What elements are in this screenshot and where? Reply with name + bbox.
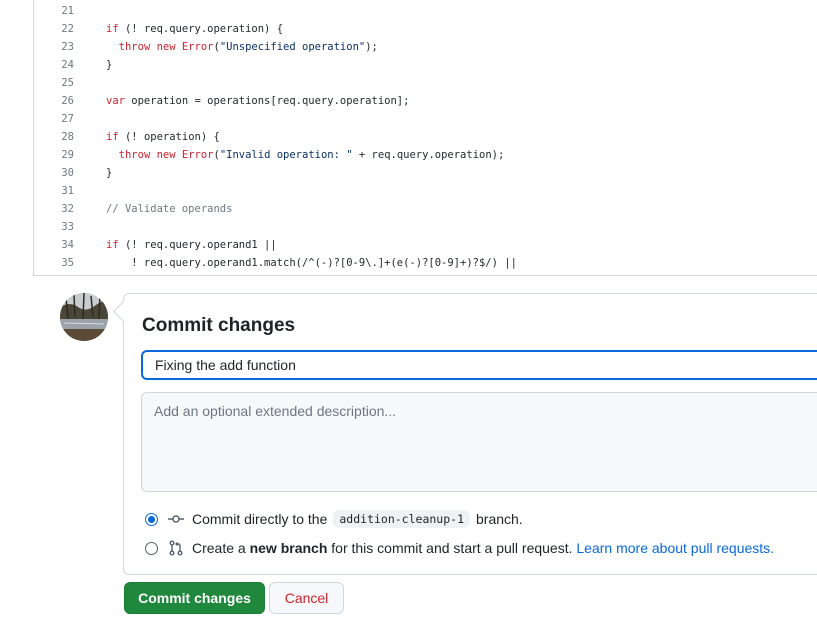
line-number: 29 (61, 149, 74, 161)
cancel-button[interactable]: Cancel (269, 582, 344, 614)
commit-title: Commit changes (142, 315, 296, 336)
line-number: 22 (61, 23, 74, 35)
code-line: 27 (34, 110, 817, 128)
line-number: 23 (61, 41, 74, 53)
git-commit-icon (168, 511, 184, 527)
line-number: 33 (61, 221, 74, 233)
git-pull-request-icon (168, 540, 184, 556)
code-line: 34 if (! req.query.operand1 || (34, 236, 817, 254)
code-text: // Validate operands (106, 203, 233, 215)
code-text: if (! req.query.operand1 || (106, 239, 277, 251)
code-line: 23 throw new Error("Unspecified operatio… (34, 38, 817, 56)
line-number: 30 (61, 167, 74, 179)
avatar-image (60, 293, 108, 341)
code-line: 25 (34, 74, 817, 92)
code-line: 24} (34, 56, 817, 74)
new-branch-bold: new branch (249, 540, 328, 556)
commit-description-textarea[interactable] (141, 392, 817, 492)
code-text: } (106, 167, 113, 179)
commit-new-branch-radio[interactable] (145, 541, 158, 555)
code-line: 26 var operation = operations[req.query.o… (34, 92, 817, 110)
commit-direct-prefix: Commit directly to the (192, 511, 328, 527)
user-avatar (60, 293, 108, 341)
line-number: 27 (61, 113, 74, 125)
commit-direct-suffix: branch. (476, 511, 523, 527)
code-text: throw new Error("Unspecified operation")… (118, 41, 378, 53)
commit-changes-button[interactable]: Commit changes (124, 582, 265, 614)
code-text: ! req.query.operand1.match(/^(-)?[0-9\.]… (106, 257, 517, 269)
code-line: 35 ! req.query.operand1.match(/^(-)?[0-9… (34, 254, 817, 272)
code-line: 31 (34, 182, 817, 200)
code-text: if (! operation) { (106, 131, 220, 143)
code-line: 30} (34, 164, 817, 182)
code-line: 22 if (! req.query.operation) { (34, 20, 817, 38)
line-number: 24 (61, 59, 74, 71)
code-line: 32 // Validate operands (34, 200, 817, 218)
new-branch-middle: for this commit and start a pull request… (331, 540, 573, 556)
code-line: 29 throw new Error("Invalid operation: "… (34, 146, 817, 164)
commit-new-branch-option[interactable]: Create a new branch for this commit and … (145, 538, 774, 558)
learn-more-pull-requests-link[interactable]: Learn more about pull requests. (576, 540, 774, 556)
line-number: 25 (61, 77, 74, 89)
line-number: 26 (61, 95, 74, 107)
code-editor: 21 22 if (! req.query.operation) { 23 throw… (33, 0, 817, 276)
code-text: if (! req.query.operation) { (106, 23, 284, 35)
line-number: 21 (61, 5, 74, 17)
commit-direct-radio[interactable] (145, 512, 158, 526)
line-number: 31 (61, 185, 74, 197)
code-text: var operation = operations[req.query.ope… (106, 95, 410, 107)
line-number: 35 (61, 257, 74, 269)
panel-caret (112, 300, 135, 323)
code-text: throw new Error("Invalid operation: " + … (118, 149, 505, 161)
branch-name: addition-cleanup-1 (333, 510, 470, 528)
commit-summary-input[interactable] (141, 350, 817, 380)
code-line: 21 (34, 2, 817, 20)
line-number: 32 (61, 203, 74, 215)
code-line: 33 (34, 218, 817, 236)
code-line: 28 if (! operation) { (34, 128, 817, 146)
line-number: 28 (61, 131, 74, 143)
commit-changes-panel: Commit changes Commit directly to the ad… (112, 293, 817, 575)
commit-direct-option[interactable]: Commit directly to the addition-cleanup-… (145, 509, 523, 529)
line-number: 34 (61, 239, 74, 251)
new-branch-prefix: Create a (192, 540, 246, 556)
code-text: } (106, 59, 113, 71)
